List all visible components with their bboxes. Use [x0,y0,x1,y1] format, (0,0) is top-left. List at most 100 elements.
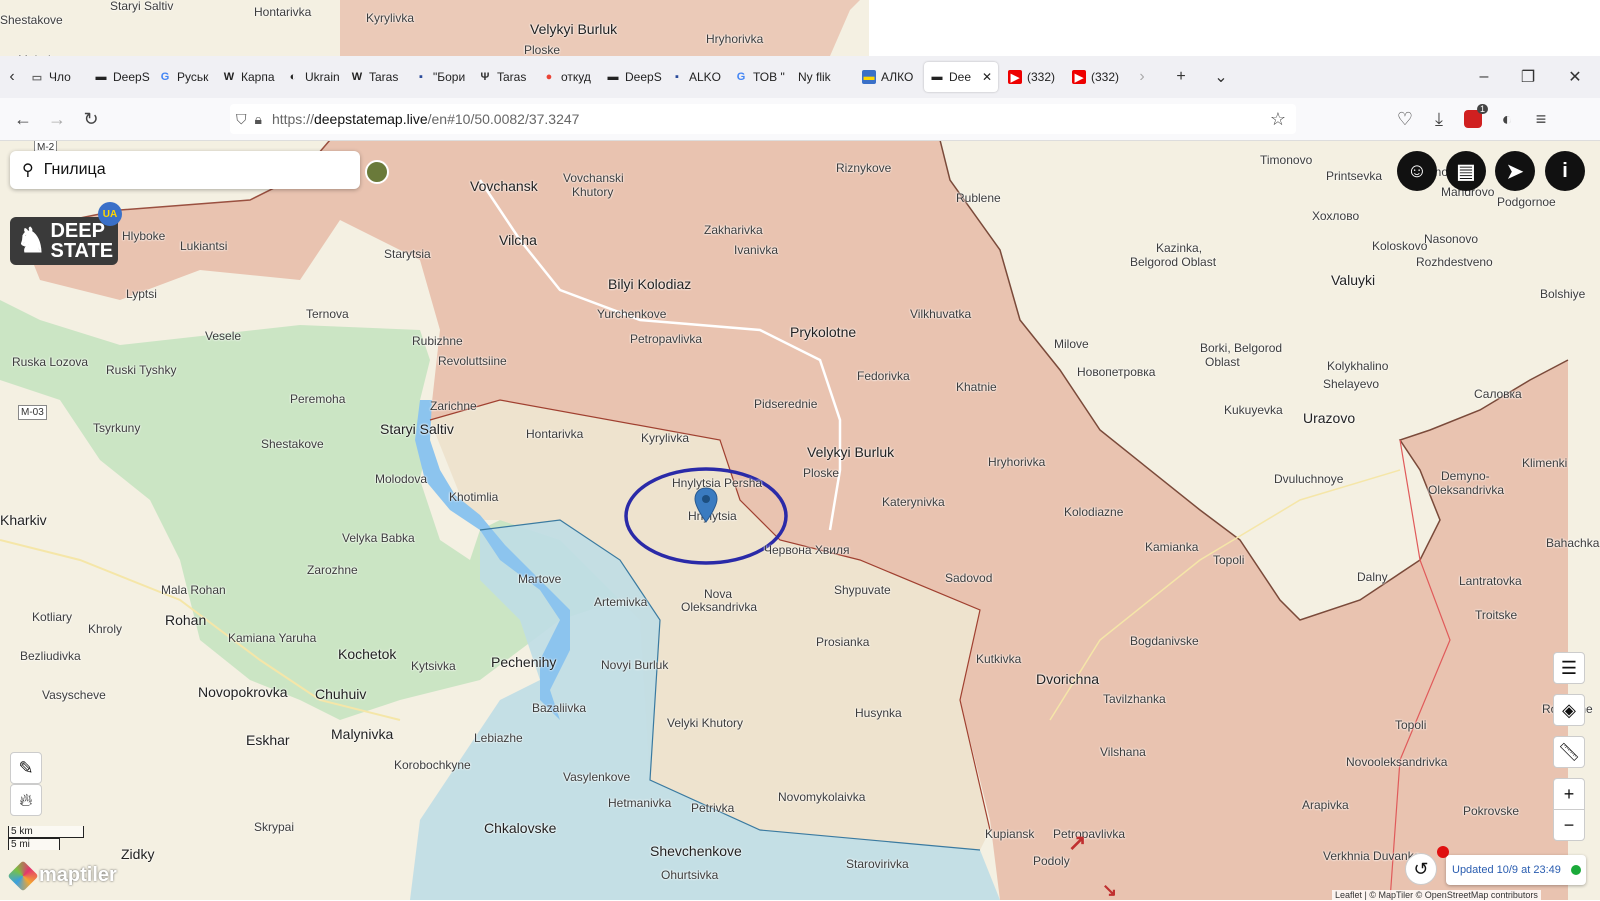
scale-mi: 5 mi [8,838,60,850]
place-label: Hontarivka [526,427,584,441]
place-label: Kytsivka [411,659,456,673]
back-icon[interactable]: ← [6,102,40,136]
place-label: Lyptsi [126,287,157,301]
place-label: Kyrylivka [641,431,690,445]
filter-sliders-icon[interactable]: ☰ [1553,652,1585,684]
tab-3[interactable]: W Карпа [216,62,280,92]
tab-13[interactable]: ▬ АЛКО [856,62,920,92]
place-label: Novopokrovka [198,684,288,700]
place-label: Shestakove [261,437,324,451]
place-label: Valuyki [1331,272,1376,288]
tab-4[interactable]: ◐ Ukrain [280,62,344,92]
search-input[interactable]: Гнилица [44,161,106,179]
zoom-out-button[interactable]: − [1553,809,1585,841]
zoom-in-button[interactable]: + [1553,778,1585,810]
place-label: Petrivka [691,801,735,815]
extension-icon[interactable]: ◐ [1490,102,1524,136]
place-label: Novyi Burluk [601,658,669,672]
tab-9[interactable]: ▬ DeepS [600,62,664,92]
bookmark-star-icon[interactable]: ☆ [1270,109,1286,130]
close-window-icon[interactable]: ✕ [1550,62,1600,92]
tab-2[interactable]: G Руськ [152,62,216,92]
tab-6[interactable]: ▪ "Бори [408,62,472,92]
place-label: Kyrylivka [366,11,415,25]
tab-7[interactable]: Ψ Taras [472,62,536,92]
lock-icon[interactable]: 🔒︎ [255,111,262,128]
tab-12[interactable]: Ny flik [792,62,856,92]
forward-icon[interactable]: → [40,102,74,136]
avatar [365,160,389,184]
brand-text: maptiler [39,864,117,886]
tab-scroll-right-icon[interactable]: › [1130,62,1154,92]
menu-icon[interactable]: ≡ [1524,102,1558,136]
tab-10[interactable]: ▪ ALKO [664,62,728,92]
tab-11[interactable]: G ТОВ " [728,62,792,92]
adblock-icon[interactable]: 1 [1456,102,1490,136]
search-icon: ⚲ [22,162,34,179]
url-path: /en#10/50.0082/37.3247 [427,111,580,127]
place-label: Korobochkyne [394,758,471,772]
downloads-icon[interactable]: ⤓ [1422,102,1456,136]
place-label: Червона Хвиля [764,543,850,557]
place-label: Kutkivka [976,652,1022,666]
list-tabs-icon[interactable]: ⌄ [1206,62,1236,92]
layers-icon[interactable]: ◈ [1553,694,1585,726]
place-label: Vilkhuvatka [910,307,972,321]
place-label: Katerynivka [882,495,945,509]
place-label: Hlyboke [122,229,166,243]
close-tab-icon[interactable]: ✕ [982,70,992,84]
reload-icon[interactable]: ↻ [74,102,108,136]
tab-label: АЛКО [881,70,914,84]
new-tab-icon[interactable]: + [1166,62,1196,92]
tab-15[interactable]: ▶ (332) [1002,62,1066,92]
news-icon[interactable]: ▤ [1446,151,1486,191]
arrow-icon: ↗ [1068,830,1087,855]
robot-icon[interactable]: ☺ [1397,151,1437,191]
place-label: Kamiana Yaruha [228,631,317,645]
tab-16[interactable]: ▶ (332) [1066,62,1130,92]
tab-5[interactable]: W Taras [344,62,408,92]
tab-1[interactable]: ▬ DeepS [88,62,152,92]
tab-0[interactable]: ▭ Чло [24,62,88,92]
ua-badge: UA [98,202,122,226]
location-pin-icon[interactable] [694,487,718,523]
place-label: Oblast [1205,355,1240,369]
place-label: Vovchanski [563,171,624,185]
status-dot-icon [1570,865,1581,875]
place-label: Khotimlia [449,490,499,504]
place-label: Ruski Tyshky [106,363,177,377]
url-bar[interactable]: ⛉ 🔒︎ https://deepstatemap.live/en#10/50.… [230,104,1296,134]
ruler-icon[interactable]: 📏︎ [1553,736,1585,768]
tab-8[interactable]: ● откуд [536,62,600,92]
deepstate-icon: ▬ [607,71,619,83]
place-label: Ohurtsivka [661,868,719,882]
place-label: Timonovo [1260,153,1313,167]
telegram-icon[interactable]: ➤ [1495,151,1535,191]
info-icon[interactable]: i [1545,151,1585,191]
deepstate-logo[interactable]: ♞ DEEP STATE [10,217,118,265]
place-label: Hryhorivka [988,455,1046,469]
search-box[interactable]: ⚲ Гнилица [10,151,360,189]
ukrainer-icon: ◐ [289,71,297,83]
maptiler-logo[interactable]: maptiler [7,859,117,892]
tab-label: Taras [497,70,527,84]
place-label: Topoli [1395,718,1427,732]
place-label: Revoluttsiine [438,354,507,368]
tab-14[interactable]: ▬ Dee ✕ [924,62,998,92]
minimize-icon[interactable]: – [1462,62,1506,92]
place-label: Dvorichna [1036,671,1100,687]
place-label: Hontarivka [254,5,312,19]
shield-icon[interactable]: ⛉ [236,111,247,128]
draw-icon[interactable]: ✎ [10,752,42,784]
fire-icon[interactable]: 🔥︎ [10,784,42,816]
restore-icon[interactable]: ❐ [1506,62,1550,92]
place-label: Sadovod [945,571,993,585]
arrow-icon: ↘ [1102,880,1118,900]
tab-label: откуд [561,70,591,84]
pocket-icon[interactable]: ♡ [1388,102,1422,136]
maps-icon: ● [545,71,553,83]
tab-label: "Бори [433,70,466,84]
place-label: Rublene [956,191,1001,205]
tab-scroll-left-icon[interactable]: ‹ [0,62,24,92]
history-icon[interactable]: ↺ [1405,853,1437,885]
